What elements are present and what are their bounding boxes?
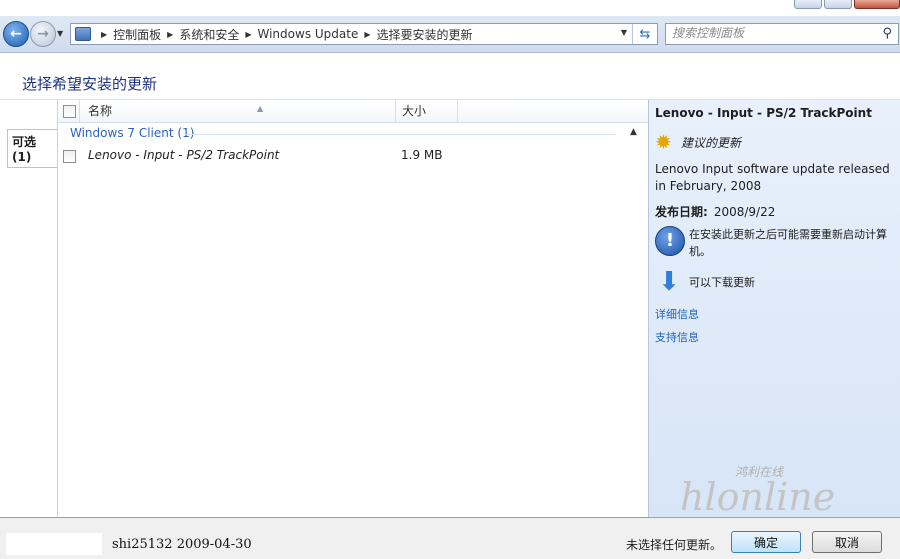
item-checkbox[interactable] <box>63 150 76 163</box>
forward-button[interactable]: → <box>30 21 56 47</box>
chevron-right-icon[interactable]: ▶ <box>364 30 370 39</box>
column-name[interactable]: 名称 ▲ <box>80 100 396 122</box>
redacted-box <box>6 533 102 555</box>
download-note-text: 可以下载更新 <box>689 276 755 289</box>
item-name: Lenovo - Input - PS/2 TrackPoint <box>88 148 280 162</box>
group-divider <box>186 134 616 135</box>
close-button[interactable] <box>854 0 900 9</box>
window-controls <box>794 0 900 9</box>
search-box: ⚲ <box>665 23 899 45</box>
support-info-link[interactable]: 支持信息 <box>655 329 699 345</box>
chevron-right-icon[interactable]: ▶ <box>167 30 173 39</box>
group-header[interactable]: Windows 7 Client (1) ▲ <box>58 123 648 143</box>
column-size-label: 大小 <box>402 104 427 118</box>
publish-date-label: 发布日期: <box>655 205 708 219</box>
breadcrumb-windows-update[interactable]: Windows Update <box>258 27 359 41</box>
breadcrumb-select-updates[interactable]: 选择要安装的更新 <box>377 26 473 43</box>
refresh-icon: ⇆ <box>639 26 651 42</box>
search-icon[interactable]: ⚲ <box>882 26 892 41</box>
address-bar: ← → ▼ ▶ 控制面板 ▶ 系统和安全 ▶ Windows Update ▶ … <box>0 16 900 53</box>
column-name-label: 名称 <box>88 104 113 118</box>
address-dropdown-icon[interactable]: ▼ <box>621 28 627 37</box>
details-title: Lenovo - Input - PS/2 TrackPoint <box>655 106 872 120</box>
collapse-icon[interactable]: ▲ <box>630 127 637 137</box>
forward-arrow-icon: → <box>37 26 49 42</box>
breadcrumb[interactable]: ▶ 控制面板 ▶ 系统和安全 ▶ Windows Update ▶ 选择要安装的… <box>70 23 658 45</box>
tab-optional[interactable]: 可选 (1) <box>7 129 57 168</box>
cancel-button[interactable]: 取消 <box>812 531 882 553</box>
download-arrow-icon: ⬇ <box>658 267 680 297</box>
sort-up-icon: ▲ <box>257 104 264 113</box>
star-burst-icon: ✹ <box>655 130 672 154</box>
download-note: ⬇ 可以下载更新 <box>655 267 755 297</box>
image-caption: shi25132 2009-04-30 <box>112 537 252 552</box>
minimize-button[interactable] <box>794 0 822 9</box>
details-pane: Lenovo - Input - PS/2 TrackPoint ✹ 建议的更新… <box>648 100 900 518</box>
publish-date: 发布日期: 2008/9/22 <box>655 203 775 220</box>
back-button[interactable]: ← <box>3 21 29 47</box>
select-all-checkbox[interactable] <box>63 105 76 118</box>
page-title: 选择希望安装的更新 <box>22 75 158 93</box>
restart-note: ! 在安装此更新之后可能需要重新启动计算机。 <box>655 226 897 260</box>
restart-note-text: 在安装此更新之后可能需要重新启动计算机。 <box>689 228 887 258</box>
maximize-button[interactable] <box>824 0 852 9</box>
control-panel-icon <box>75 27 91 41</box>
item-size: 1.9 MB <box>401 148 443 162</box>
chevron-right-icon[interactable]: ▶ <box>245 30 251 39</box>
select-all-cell <box>58 100 80 122</box>
column-size[interactable]: 大小 <box>396 100 458 122</box>
update-list: 名称 ▲ 大小 Windows 7 Client (1) ▲ Lenovo - … <box>58 100 648 518</box>
ok-button[interactable]: 确定 <box>731 531 801 553</box>
more-info-link[interactable]: 详细信息 <box>655 306 699 322</box>
status-text: 未选择任何更新。 <box>626 538 723 552</box>
info-icon: ! <box>655 226 685 256</box>
details-description: Lenovo Input software update released in… <box>655 162 890 193</box>
recent-pages-dropdown-icon[interactable]: ▼ <box>57 29 63 38</box>
recommended-row: ✹ 建议的更新 <box>655 132 741 152</box>
back-arrow-icon: ← <box>10 26 22 42</box>
search-input[interactable] <box>666 24 878 42</box>
footer: shi25132 2009-04-30 未选择任何更新。 确定 取消 <box>0 517 900 559</box>
refresh-button[interactable]: ⇆ <box>632 24 657 44</box>
column-header: 名称 ▲ 大小 <box>58 100 648 123</box>
list-item[interactable]: Lenovo - Input - PS/2 TrackPoint 1.9 MB <box>58 145 648 167</box>
recommended-label: 建议的更新 <box>681 135 742 150</box>
breadcrumb-control-panel[interactable]: 控制面板 <box>113 26 161 43</box>
left-nav: 可选 (1) <box>0 100 58 518</box>
main-area: 可选 (1) 名称 ▲ 大小 Windows 7 Client (1) ▲ Le… <box>0 99 900 518</box>
publish-date-value: 2008/9/22 <box>713 205 776 219</box>
group-label: Windows 7 Client (1) <box>70 126 195 140</box>
chevron-right-icon[interactable]: ▶ <box>101 30 107 39</box>
breadcrumb-system-security[interactable]: 系统和安全 <box>179 26 239 43</box>
